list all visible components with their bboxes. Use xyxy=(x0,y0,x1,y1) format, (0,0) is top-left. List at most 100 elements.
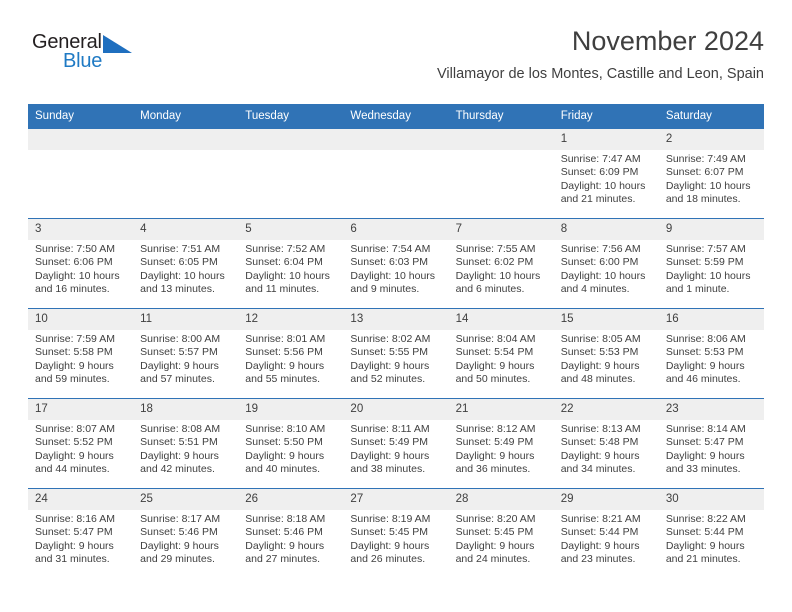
sunset-time: Sunset: 5:49 PM xyxy=(455,436,534,449)
sunset-time: Sunset: 6:00 PM xyxy=(560,256,639,269)
day-number: 17 xyxy=(28,399,134,420)
sunrise-time: Sunrise: 7:54 AM xyxy=(350,243,431,255)
calendar-day-cell[interactable]: 17 Sunrise: 8:07 AM Sunset: 5:52 PM Dayligh… xyxy=(28,398,134,489)
calendar-day-cell[interactable]: 20 Sunrise: 8:11 AM Sunset: 5:49 PM Dayligh… xyxy=(343,398,449,489)
day-number: 16 xyxy=(658,309,764,330)
day-number: 10 xyxy=(28,309,134,330)
calendar-day-cell[interactable]: 4 Sunrise: 7:51 AM Sunset: 6:05 PM Daylight… xyxy=(133,218,239,309)
sunrise-sunset-calendar: Sunday Monday Tuesday Wednesday Thursday… xyxy=(28,104,764,578)
sunset-time: Sunset: 5:44 PM xyxy=(665,526,744,539)
sunset-time: Sunset: 5:44 PM xyxy=(560,526,639,539)
sunrise-time: Sunrise: 7:59 AM xyxy=(35,333,115,345)
daylight-duration-line2: and 55 minutes. xyxy=(245,373,320,386)
daylight-duration-line2: and 34 minutes. xyxy=(560,463,636,476)
sunrise-time: Sunrise: 7:50 AM xyxy=(35,243,115,255)
title-block: November 2024 Villamayor de los Montes, … xyxy=(437,24,764,83)
sunset-time: Sunset: 5:53 PM xyxy=(665,346,744,359)
calendar-day-cell[interactable]: 14 Sunrise: 8:04 AM Sunset: 5:54 PM Dayligh… xyxy=(448,308,554,399)
daylight-duration-line2: and 26 minutes. xyxy=(350,553,426,566)
calendar-day-cell-empty xyxy=(448,129,554,219)
sunrise-time: Sunrise: 8:16 AM xyxy=(35,513,115,525)
calendar-day-cell[interactable]: 6 Sunrise: 7:54 AM Sunset: 6:03 PM Daylight… xyxy=(343,218,449,309)
sunrise-time: Sunrise: 8:19 AM xyxy=(350,513,431,525)
calendar-day-cell[interactable]: 16 Sunrise: 8:06 AM Sunset: 5:53 PM Dayligh… xyxy=(658,308,764,399)
day-number xyxy=(238,129,344,150)
calendar-day-cell[interactable]: 15 Sunrise: 8:05 AM Sunset: 5:53 PM Dayligh… xyxy=(553,308,659,399)
calendar-day-cell[interactable]: 29 Sunrise: 8:21 AM Sunset: 5:44 PM Dayligh… xyxy=(553,488,659,578)
sunrise-time: Sunrise: 7:55 AM xyxy=(455,243,536,255)
calendar-page: General Blue November 2024 Villamayor de… xyxy=(0,0,792,612)
day-sun-info: Sunrise: 8:08 AM Sunset: 5:51 PM Daylight:… xyxy=(133,420,238,477)
calendar-day-cell[interactable]: 22 Sunrise: 8:13 AM Sunset: 5:48 PM Dayligh… xyxy=(553,398,659,489)
day-sun-info: Sunrise: 7:47 AM Sunset: 6:09 PM Daylight:… xyxy=(554,150,659,207)
weekday-header-saturday: Saturday xyxy=(658,104,764,129)
sunset-time: Sunset: 6:06 PM xyxy=(35,256,113,269)
day-sun-info: Sunrise: 8:07 AM Sunset: 5:52 PM Daylight:… xyxy=(28,420,133,477)
calendar-day-cell[interactable]: 2 Sunrise: 7:49 AM Sunset: 6:07 PM Daylight… xyxy=(658,129,764,219)
sunrise-time: Sunrise: 8:04 AM xyxy=(455,333,536,345)
day-number: 27 xyxy=(343,489,449,510)
calendar-day-cell[interactable]: 5 Sunrise: 7:52 AM Sunset: 6:04 PM Daylight… xyxy=(238,218,344,309)
calendar-day-cell[interactable]: 7 Sunrise: 7:55 AM Sunset: 6:02 PM Daylight… xyxy=(448,218,554,309)
day-sun-info: Sunrise: 7:55 AM Sunset: 6:02 PM Daylight:… xyxy=(449,240,554,297)
daylight-duration-line1: Daylight: 9 hours xyxy=(35,449,114,462)
daylight-duration-line2: and 33 minutes. xyxy=(665,463,741,476)
calendar-day-cell[interactable]: 25 Sunrise: 8:17 AM Sunset: 5:46 PM Dayligh… xyxy=(133,488,239,578)
calendar-day-cell[interactable]: 26 Sunrise: 8:18 AM Sunset: 5:46 PM Dayligh… xyxy=(238,488,344,578)
daylight-duration-line2: and 23 minutes. xyxy=(560,553,636,566)
day-number: 8 xyxy=(553,219,659,240)
day-number: 30 xyxy=(658,489,764,510)
calendar-day-cell[interactable]: 19 Sunrise: 8:10 AM Sunset: 5:50 PM Dayligh… xyxy=(238,398,344,489)
calendar-header-row: Sunday Monday Tuesday Wednesday Thursday… xyxy=(28,104,764,129)
daylight-duration-line1: Daylight: 9 hours xyxy=(245,539,325,552)
sunset-time: Sunset: 5:55 PM xyxy=(350,346,429,359)
sunset-time: Sunset: 6:03 PM xyxy=(350,256,429,269)
logo-word-general: General xyxy=(32,31,102,53)
calendar-day-cell-empty xyxy=(238,129,344,219)
calendar-day-cell[interactable]: 11 Sunrise: 8:00 AM Sunset: 5:57 PM Dayligh… xyxy=(133,308,239,399)
day-sun-info: Sunrise: 8:05 AM Sunset: 5:53 PM Daylight:… xyxy=(554,330,659,387)
day-number: 9 xyxy=(658,219,764,240)
sunrise-time: Sunrise: 8:00 AM xyxy=(140,333,221,345)
calendar-day-cell[interactable]: 3 Sunrise: 7:50 AM Sunset: 6:06 PM Daylight… xyxy=(28,218,134,309)
daylight-duration-line1: Daylight: 9 hours xyxy=(350,539,430,552)
calendar-day-cell[interactable]: 18 Sunrise: 8:08 AM Sunset: 5:51 PM Dayligh… xyxy=(133,398,239,489)
sunrise-time: Sunrise: 8:08 AM xyxy=(140,423,221,435)
calendar-day-cell[interactable]: 27 Sunrise: 8:19 AM Sunset: 5:45 PM Dayligh… xyxy=(343,488,449,578)
daylight-duration-line1: Daylight: 9 hours xyxy=(455,359,535,372)
calendar-day-cell[interactable]: 21 Sunrise: 8:12 AM Sunset: 5:49 PM Dayligh… xyxy=(448,398,554,489)
sunset-time: Sunset: 6:09 PM xyxy=(560,166,639,179)
daylight-duration-line1: Daylight: 9 hours xyxy=(455,449,535,462)
day-number: 20 xyxy=(343,399,449,420)
day-sun-info: Sunrise: 8:12 AM Sunset: 5:49 PM Daylight:… xyxy=(449,420,554,477)
daylight-duration-line1: Daylight: 9 hours xyxy=(35,539,114,552)
day-sun-info: Sunrise: 8:17 AM Sunset: 5:46 PM Daylight:… xyxy=(133,510,238,567)
daylight-duration-line1: Daylight: 10 hours xyxy=(455,269,541,282)
daylight-duration-line2: and 59 minutes. xyxy=(35,373,110,386)
sunset-time: Sunset: 5:51 PM xyxy=(140,436,218,449)
weekday-header-monday: Monday xyxy=(133,104,239,129)
calendar-day-cell[interactable]: 9 Sunrise: 7:57 AM Sunset: 5:59 PM Daylight… xyxy=(658,218,764,309)
daylight-duration-line1: Daylight: 9 hours xyxy=(140,359,219,372)
calendar-day-cell[interactable]: 30 Sunrise: 8:22 AM Sunset: 5:44 PM Dayligh… xyxy=(658,488,764,578)
sunrise-time: Sunrise: 8:06 AM xyxy=(665,333,746,345)
daylight-duration-line1: Daylight: 10 hours xyxy=(560,179,646,192)
daylight-duration-line2: and 16 minutes. xyxy=(35,283,110,296)
page-title: November 2024 xyxy=(571,26,764,56)
day-number: 2 xyxy=(658,129,764,150)
daylight-duration-line1: Daylight: 9 hours xyxy=(665,449,745,462)
day-sun-info: Sunrise: 8:00 AM Sunset: 5:57 PM Daylight:… xyxy=(133,330,238,387)
daylight-duration-line2: and 1 minute. xyxy=(665,283,730,296)
sunrise-time: Sunrise: 8:22 AM xyxy=(665,513,746,525)
daylight-duration-line2: and 31 minutes. xyxy=(35,553,110,566)
calendar-day-cell[interactable]: 8 Sunrise: 7:56 AM Sunset: 6:00 PM Daylight… xyxy=(553,218,659,309)
calendar-day-cell[interactable]: 28 Sunrise: 8:20 AM Sunset: 5:45 PM Dayligh… xyxy=(448,488,554,578)
daylight-duration-line2: and 38 minutes. xyxy=(350,463,426,476)
calendar-day-cell[interactable]: 13 Sunrise: 8:02 AM Sunset: 5:55 PM Dayligh… xyxy=(343,308,449,399)
calendar-day-cell[interactable]: 24 Sunrise: 8:16 AM Sunset: 5:47 PM Dayligh… xyxy=(28,488,134,578)
calendar-day-cell[interactable]: 10 Sunrise: 7:59 AM Sunset: 5:58 PM Dayligh… xyxy=(28,308,134,399)
calendar-day-cell[interactable]: 23 Sunrise: 8:14 AM Sunset: 5:47 PM Dayligh… xyxy=(658,398,764,489)
calendar-day-cell[interactable]: 12 Sunrise: 8:01 AM Sunset: 5:56 PM Dayligh… xyxy=(238,308,344,399)
calendar-day-cell[interactable]: 1 Sunrise: 7:47 AM Sunset: 6:09 PM Daylight… xyxy=(553,129,659,219)
general-blue-logo[interactable]: General Blue xyxy=(32,32,152,78)
